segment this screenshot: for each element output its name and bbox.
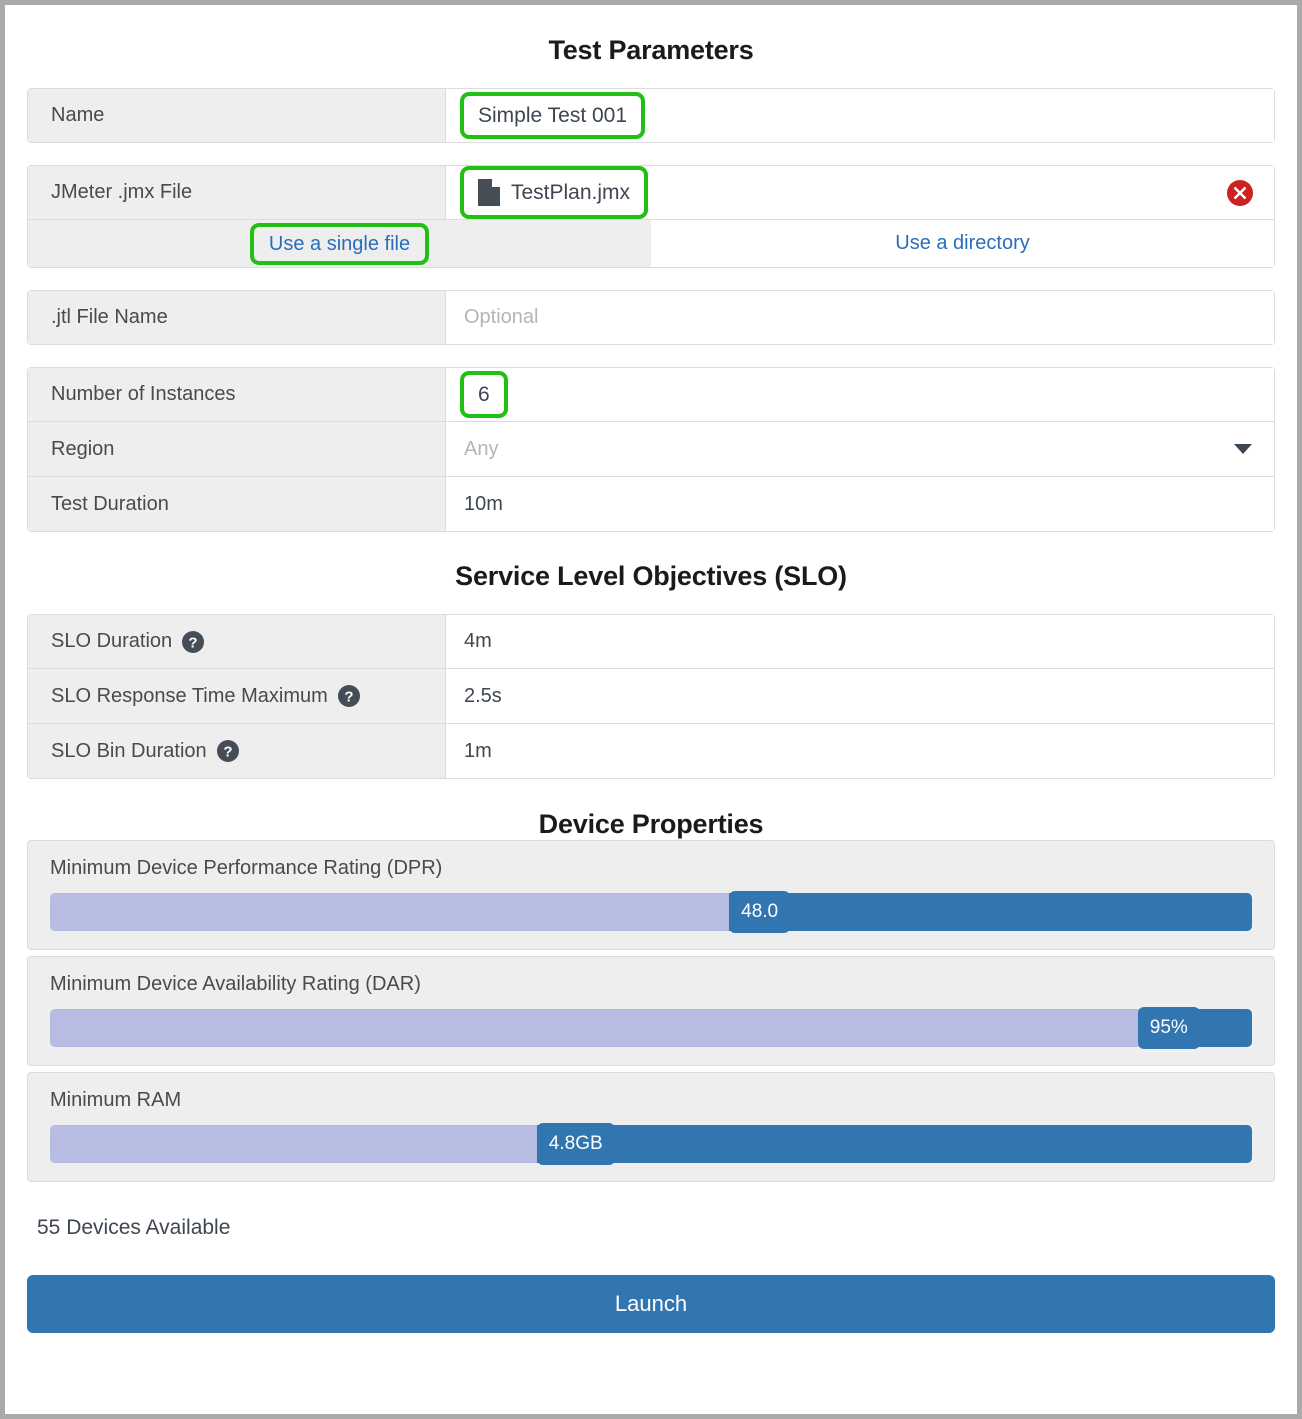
slider-card-dpr: Minimum Device Performance Rating (DPR) … (27, 840, 1275, 950)
slider-label-ram: Minimum RAM (50, 1089, 182, 1111)
row-slo-duration: SLO Duration ? 4m (27, 614, 1275, 669)
row-jtl-file: .jtl File Name Optional (27, 290, 1275, 345)
row-test-duration: Test Duration 10m (27, 477, 1275, 532)
field-group-instances-region-duration: Number of Instances 6 Region Any Test Du… (27, 367, 1275, 532)
help-icon[interactable]: ? (181, 630, 205, 654)
row-value-name: Simple Test 001 (446, 89, 1274, 142)
file-icon (478, 179, 500, 206)
svg-text:?: ? (189, 634, 198, 651)
row-label-slo-response-time-maximum: SLO Response Time Maximum ? (28, 669, 446, 723)
instances-input-value: 6 (478, 383, 490, 406)
slo-bin-duration-value: 1m (464, 739, 492, 762)
row-label-jtl-file: .jtl File Name (28, 291, 446, 344)
label-text-slo-duration: SLO Duration (51, 630, 173, 652)
row-slo-response-time-maximum: SLO Response Time Maximum ? 2.5s (27, 669, 1275, 724)
slider-label-dar: Minimum Device Availability Rating (DAR) (50, 973, 421, 995)
test-configuration-page: Test Parameters Name Simple Test 001 JMe… (5, 5, 1297, 1414)
file-source-toggle: Use a single file Use a directory (27, 220, 1275, 268)
slider-fill-ram (536, 1125, 1252, 1163)
label-text-region: Region (51, 437, 115, 460)
help-icon[interactable]: ? (337, 684, 361, 708)
row-value-number-of-instances: 6 (446, 368, 1274, 421)
slider-label-dpr: Minimum Device Performance Rating (DPR) (50, 857, 443, 879)
slider-value-ram: 4.8GB (548, 1133, 603, 1154)
slo-duration-value: 4m (464, 630, 492, 652)
launch-button[interactable]: Launch (27, 1275, 1275, 1333)
slider-handle-ram[interactable]: 4.8GB (536, 1123, 615, 1165)
slo-response-time-maximum-value: 2.5s (464, 684, 502, 707)
chevron-down-icon (1234, 444, 1252, 454)
slo-response-time-maximum-input[interactable]: 2.5s (446, 669, 1274, 723)
devices-available-status: 55 Devices Available (37, 1216, 231, 1239)
field-group-name: Name Simple Test 001 (27, 88, 1275, 143)
row-label-slo-bin-duration: SLO Bin Duration ? (28, 724, 446, 778)
test-parameters-form: Name Simple Test 001 JMeter .jmx File Te… (27, 88, 1275, 532)
label-text-jmx-file: JMeter .jmx File (51, 181, 193, 203)
slider-ram[interactable]: 4.8GB (50, 1123, 1252, 1165)
label-text-name: Name (51, 104, 105, 126)
slider-handle-dar[interactable]: 95% (1137, 1007, 1200, 1049)
row-value-jmx-file: TestPlan.jmx (446, 166, 1274, 219)
name-input[interactable]: Simple Test 001 (460, 92, 646, 139)
launch-button-wrap: Launch (27, 1275, 1275, 1333)
slider-card-ram: Minimum RAM 4.8GB (27, 1072, 1275, 1182)
row-label-test-duration: Test Duration (28, 477, 446, 531)
row-label-region: Region (28, 422, 446, 476)
row-region: Region Any (27, 422, 1275, 477)
field-group-jtl-file: .jtl File Name Optional (27, 290, 1275, 345)
label-text-slo-response-time-maximum: SLO Response Time Maximum (51, 684, 328, 707)
label-text-slo-bin-duration: SLO Bin Duration (51, 739, 207, 762)
region-select[interactable]: Any (446, 422, 1274, 476)
delete-icon[interactable] (1226, 179, 1254, 207)
test-duration-input[interactable]: 10m (446, 477, 1274, 531)
label-text-test-duration: Test Duration (51, 492, 169, 515)
help-icon[interactable]: ? (216, 739, 240, 763)
svg-text:?: ? (344, 689, 353, 706)
toggle-use-directory[interactable]: Use a directory (651, 220, 1274, 267)
name-input-value: Simple Test 001 (478, 104, 628, 127)
jmx-file-chip[interactable]: TestPlan.jmx (460, 166, 649, 219)
slider-value-dar: 95% (1149, 1017, 1188, 1038)
slider-value-dpr: 48.0 (741, 901, 779, 922)
instances-input[interactable]: 6 (460, 371, 508, 418)
slo-duration-input[interactable]: 4m (446, 615, 1274, 668)
row-name: Name Simple Test 001 (27, 88, 1275, 143)
field-group-jmx-file: JMeter .jmx File TestPlan.jmx Use a sing… (27, 165, 1275, 268)
region-selected-value: Any (464, 437, 499, 460)
row-number-of-instances: Number of Instances 6 (27, 367, 1275, 422)
page-title-slo: Service Level Objectives (SLO) (455, 561, 847, 591)
slo-bin-duration-input[interactable]: 1m (446, 724, 1274, 778)
slider-handle-dpr[interactable]: 48.0 (729, 891, 791, 933)
row-jmx-file: JMeter .jmx File TestPlan.jmx (27, 165, 1275, 220)
slider-fill-dpr (729, 893, 1252, 931)
toggle-use-single-file[interactable]: Use a single file (28, 220, 651, 267)
svg-text:?: ? (223, 744, 232, 761)
slider-card-dar: Minimum Device Availability Rating (DAR)… (27, 956, 1275, 1066)
row-label-number-of-instances: Number of Instances (28, 368, 446, 421)
row-slo-bin-duration: SLO Bin Duration ? 1m (27, 724, 1275, 779)
slider-dpr[interactable]: 48.0 (50, 891, 1252, 933)
row-label-slo-duration: SLO Duration ? (28, 615, 446, 668)
field-group-slo: SLO Duration ? 4m SLO Response Time Maxi… (27, 614, 1275, 779)
label-text-number-of-instances: Number of Instances (51, 383, 236, 405)
jtl-file-placeholder: Optional (464, 306, 539, 328)
test-duration-value: 10m (464, 492, 503, 515)
jtl-file-input[interactable]: Optional (446, 291, 1274, 344)
toggle-use-directory-label: Use a directory (895, 232, 1030, 254)
row-label-name: Name (28, 89, 446, 142)
row-label-jmx-file: JMeter .jmx File (28, 166, 446, 219)
slider-dar[interactable]: 95% (50, 1007, 1252, 1049)
label-text-jtl-file: .jtl File Name (51, 306, 168, 328)
page-title-test-parameters: Test Parameters (548, 35, 754, 65)
toggle-use-single-file-label: Use a single file (249, 222, 430, 265)
slo-form: SLO Duration ? 4m SLO Response Time Maxi… (27, 614, 1275, 779)
jmx-file-name: TestPlan.jmx (511, 181, 631, 204)
page-title-device-properties: Device Properties (538, 809, 764, 839)
